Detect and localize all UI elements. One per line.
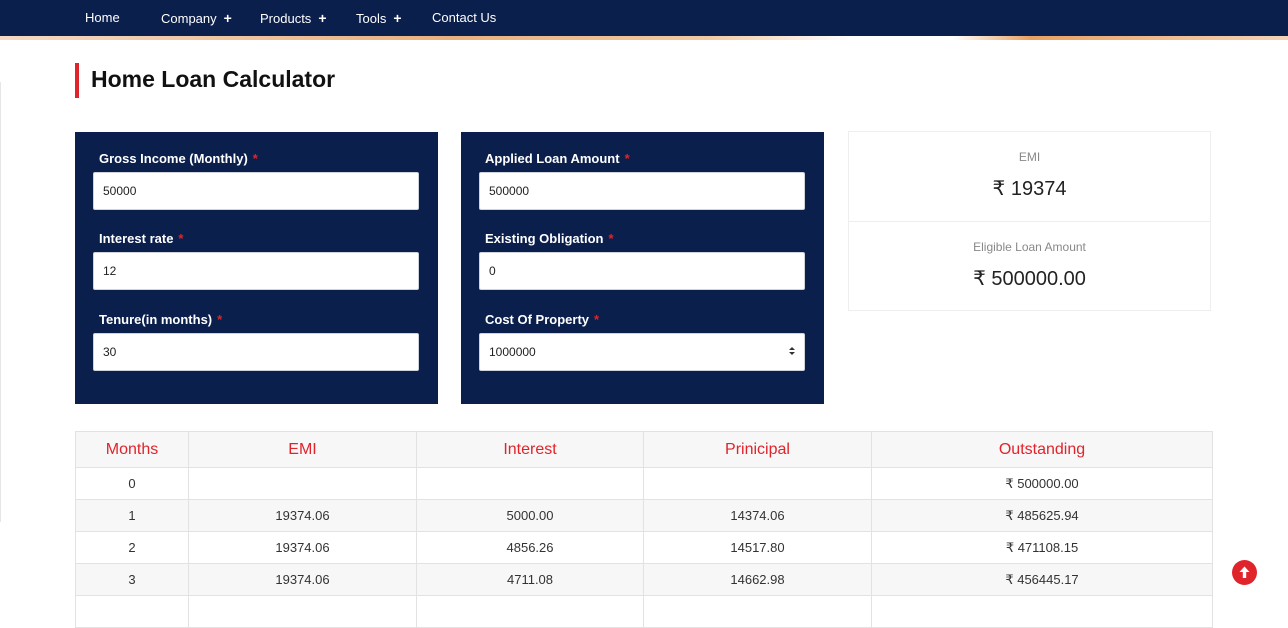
- column-header-outstanding: Outstanding: [871, 431, 1213, 468]
- outstanding-cell: ₹ 485625.94: [871, 499, 1213, 532]
- emi-cell: 19374.06: [188, 563, 417, 596]
- applied-loan-input[interactable]: [479, 172, 805, 210]
- emi-label: EMI: [1018, 150, 1041, 164]
- nav-item-label: Products: [260, 11, 312, 26]
- header-decorative-stripe: [0, 36, 1288, 40]
- required-asterisk: *: [252, 151, 258, 166]
- plus-icon: +: [318, 10, 327, 26]
- arrow-up-circle-icon: [1239, 566, 1250, 578]
- table-header-row: Months EMI Interest Prinicipal Outstandi…: [75, 431, 1213, 468]
- emi-cell: [188, 467, 417, 500]
- loan-input-panel-right: Applied Loan Amount* Existing Obligation…: [461, 132, 824, 404]
- outstanding-cell: ₹ 456445.17: [871, 563, 1213, 596]
- required-asterisk: *: [217, 312, 223, 327]
- column-header-principal: Prinicipal: [643, 431, 872, 468]
- principal-cell: 14662.98: [643, 563, 872, 596]
- nav-item-products[interactable]: Products +: [260, 0, 327, 36]
- principal-cell: 14517.80: [643, 531, 872, 564]
- nav-item-label: Tools: [356, 11, 387, 26]
- plus-icon: +: [393, 10, 402, 26]
- page-edge-divider: [0, 82, 1, 522]
- emi-cell: [188, 595, 417, 628]
- nav-item-label: Company: [161, 11, 217, 26]
- outstanding-cell: ₹ 500000.00: [871, 467, 1213, 500]
- principal-cell: [643, 467, 872, 500]
- month-cell: 3: [75, 563, 189, 596]
- existing-obligation-label: Existing Obligation *: [485, 231, 614, 246]
- page-title: Home Loan Calculator: [91, 66, 336, 92]
- required-asterisk: *: [624, 151, 630, 166]
- nav-item-company[interactable]: Company +: [161, 0, 232, 36]
- interest-cell: [416, 595, 644, 628]
- outstanding-cell: [871, 595, 1213, 628]
- table-row: [75, 595, 1213, 628]
- principal-cell: 14374.06: [643, 499, 872, 532]
- nav-item-home[interactable]: Home: [85, 0, 120, 36]
- results-divider: [849, 221, 1210, 222]
- interest-cell: 4711.08: [416, 563, 644, 596]
- existing-obligation-input[interactable]: [479, 252, 805, 290]
- nav-item-label: Contact Us: [432, 10, 497, 25]
- outstanding-cell: ₹ 471108.15: [871, 531, 1213, 564]
- table-row: 0 ₹ 500000.00: [75, 467, 1213, 500]
- amortization-table: Months EMI Interest Prinicipal Outstandi…: [75, 431, 1213, 628]
- table-row: 1 19374.06 5000.00 14374.06 ₹ 485625.94: [75, 499, 1213, 532]
- interest-cell: 4856.26: [416, 531, 644, 564]
- interest-rate-input[interactable]: [93, 252, 419, 290]
- nav-item-label: Home: [85, 10, 120, 25]
- interest-rate-label: Interest rate *: [99, 231, 184, 246]
- required-asterisk: *: [178, 231, 184, 246]
- gross-income-label: Gross Income (Monthly) *: [99, 151, 258, 166]
- emi-value: ₹ 19374: [992, 178, 1067, 200]
- gross-income-input[interactable]: [93, 172, 419, 210]
- up-down-spinner-icon[interactable]: [785, 344, 799, 358]
- emi-cell: 19374.06: [188, 499, 417, 532]
- applied-loan-label: Applied Loan Amount *: [485, 151, 630, 166]
- top-navbar: Home Company + Products + Tools + Contact U…: [0, 0, 1288, 36]
- month-cell: 1: [75, 499, 189, 532]
- principal-cell: [643, 595, 872, 628]
- tenure-input[interactable]: [93, 333, 419, 371]
- eligible-loan-label: Eligible Loan Amount: [973, 240, 1086, 254]
- loan-results-card: EMI ₹ 19374 Eligible Loan Amount ₹ 50000…: [848, 131, 1211, 311]
- month-cell: 2: [75, 531, 189, 564]
- tenure-label: Tenure(in months) *: [99, 312, 223, 327]
- plus-icon: +: [223, 10, 232, 26]
- column-header-interest: Interest: [416, 431, 644, 468]
- interest-cell: [416, 467, 644, 500]
- loan-input-panel-left: Gross Income (Monthly)* Interest rate* T…: [75, 132, 438, 404]
- table-row: 3 19374.06 4711.08 14662.98 ₹ 456445.17: [75, 563, 1213, 596]
- month-cell: 0: [75, 467, 189, 500]
- scroll-to-top-button[interactable]: [1232, 560, 1257, 585]
- interest-cell: 5000.00: [416, 499, 644, 532]
- emi-cell: 19374.06: [188, 531, 417, 564]
- required-asterisk: *: [608, 231, 614, 246]
- required-asterisk: *: [594, 312, 600, 327]
- eligible-loan-value: ₹ 500000.00: [973, 268, 1086, 290]
- table-row: 2 19374.06 4856.26 14517.80 ₹ 471108.15: [75, 531, 1213, 564]
- column-header-emi: EMI: [188, 431, 417, 468]
- nav-item-contact-us[interactable]: Contact Us: [432, 0, 496, 36]
- cost-of-property-input[interactable]: [479, 333, 805, 371]
- nav-item-tools[interactable]: Tools +: [356, 0, 402, 36]
- title-accent-bar: [75, 63, 79, 98]
- column-header-months: Months: [75, 431, 189, 468]
- cost-of-property-label: Cost Of Property *: [485, 312, 600, 327]
- month-cell: [75, 595, 189, 628]
